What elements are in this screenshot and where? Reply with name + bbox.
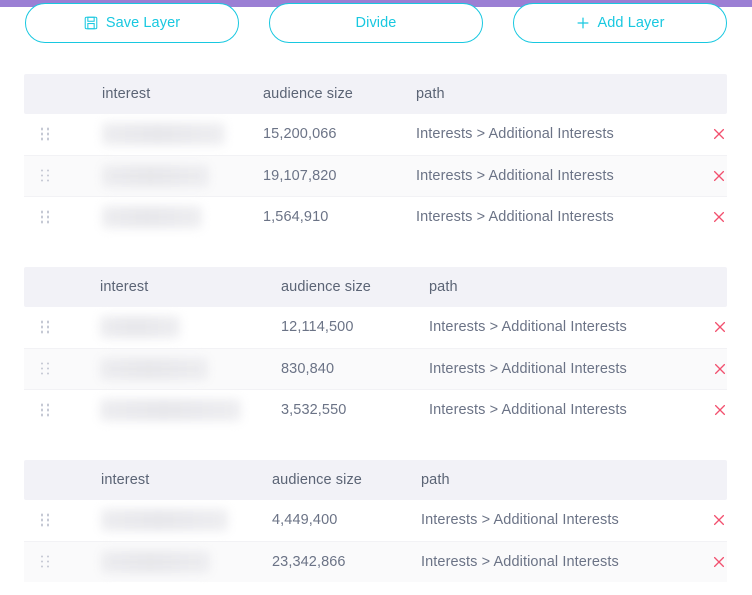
save-icon	[84, 16, 99, 31]
audience-size-value: 3,532,550	[281, 402, 347, 419]
table-row[interactable]: 23,342,866 Interests > Additional Interes…	[24, 541, 728, 582]
drag-handle-icon[interactable]	[41, 210, 50, 224]
close-icon	[714, 363, 726, 374]
column-header-audience-size: audience size	[281, 279, 371, 295]
interest-value-redacted	[100, 399, 241, 422]
close-icon	[714, 405, 726, 416]
save-layer-label: Save Layer	[105, 14, 181, 31]
delete-row-button[interactable]	[710, 553, 728, 571]
table-row[interactable]: 830,840 Interests > Additional Interests	[24, 348, 729, 390]
divide-button[interactable]: Divide	[269, 3, 483, 43]
delete-row-button[interactable]	[710, 167, 728, 185]
path-value: Interests > Additional Interests	[429, 319, 627, 336]
column-header-path: path	[429, 279, 458, 295]
close-icon	[714, 322, 726, 333]
audience-size-value: 15,200,066	[263, 126, 337, 143]
drag-handle-icon[interactable]	[41, 362, 50, 375]
add-layer-button[interactable]: Add Layer	[513, 3, 727, 43]
interest-value-redacted	[102, 164, 209, 187]
close-icon	[713, 556, 725, 567]
column-header-interest: interest	[102, 86, 151, 102]
drag-handle-icon[interactable]	[41, 403, 50, 417]
table-header-row: interest audience size path	[24, 267, 727, 307]
path-value: Interests > Additional Interests	[429, 402, 627, 419]
delete-row-button[interactable]	[711, 318, 729, 336]
divide-label: Divide	[355, 14, 397, 31]
drag-handle-icon[interactable]	[41, 513, 50, 527]
table-row[interactable]: 1,564,910 Interests > Additional Interest…	[24, 197, 727, 238]
plus-icon	[576, 16, 591, 31]
audience-size-value: 830,840	[281, 360, 335, 377]
column-header-audience-size: audience size	[272, 472, 362, 488]
path-value: Interests > Additional Interests	[421, 512, 619, 529]
audience-size-value: 19,107,820	[263, 167, 337, 184]
interest-value-redacted	[100, 316, 180, 339]
table-row[interactable]: 15,200,066 Interests > Additional Interes…	[24, 114, 727, 156]
delete-row-button[interactable]	[710, 208, 728, 226]
close-icon	[713, 170, 725, 181]
audience-size-value: 4,449,400	[272, 512, 338, 529]
path-value: Interests > Additional Interests	[416, 209, 614, 226]
column-header-path: path	[416, 86, 445, 102]
table-header-row: interest audience size path	[24, 460, 727, 500]
interest-value-redacted	[102, 206, 202, 229]
close-icon	[713, 129, 725, 140]
delete-row-button[interactable]	[711, 401, 729, 419]
layer-table: interest audience size path 4,449,400 Intere…	[24, 460, 727, 582]
interest-value-redacted	[100, 357, 208, 380]
path-value: Interests > Additional Interests	[429, 360, 627, 377]
column-header-audience-size: audience size	[263, 86, 353, 102]
interest-value-redacted	[102, 123, 225, 146]
path-value: Interests > Additional Interests	[416, 126, 614, 143]
path-value: Interests > Additional Interests	[416, 167, 614, 184]
table-header-row: interest audience size path	[24, 74, 727, 114]
table-row[interactable]: 3,532,550 Interests > Additional Interest…	[24, 390, 727, 431]
delete-row-button[interactable]	[710, 511, 728, 529]
delete-row-button[interactable]	[711, 360, 729, 378]
close-icon	[713, 212, 725, 223]
table-row[interactable]: 12,114,500 Interests > Additional Interes…	[24, 307, 727, 349]
audience-size-value: 1,564,910	[263, 209, 329, 226]
column-header-interest: interest	[101, 472, 150, 488]
add-layer-label: Add Layer	[597, 14, 665, 31]
save-layer-button[interactable]: Save Layer	[25, 3, 239, 43]
interest-value-redacted	[101, 550, 210, 573]
delete-row-button[interactable]	[710, 125, 728, 143]
column-header-interest: interest	[100, 279, 149, 295]
layer-table: interest audience size path 15,200,066 Inter…	[24, 74, 727, 238]
interest-value-redacted	[101, 509, 228, 532]
column-header-path: path	[421, 472, 450, 488]
layer-toolbar: Save Layer Divide Add Layer	[0, 3, 752, 45]
drag-handle-icon[interactable]	[41, 169, 50, 182]
table-row[interactable]: 4,449,400 Interests > Additional Interest…	[24, 500, 727, 542]
close-icon	[713, 515, 725, 526]
table-row[interactable]: 19,107,820 Interests > Additional Interes…	[24, 155, 728, 197]
drag-handle-icon[interactable]	[41, 555, 50, 568]
layer-table: interest audience size path 12,114,500 Inter…	[24, 267, 727, 431]
path-value: Interests > Additional Interests	[421, 553, 619, 570]
audience-size-value: 12,114,500	[281, 319, 354, 336]
drag-handle-icon[interactable]	[41, 127, 50, 141]
drag-handle-icon[interactable]	[41, 320, 50, 334]
audience-size-value: 23,342,866	[272, 553, 346, 570]
